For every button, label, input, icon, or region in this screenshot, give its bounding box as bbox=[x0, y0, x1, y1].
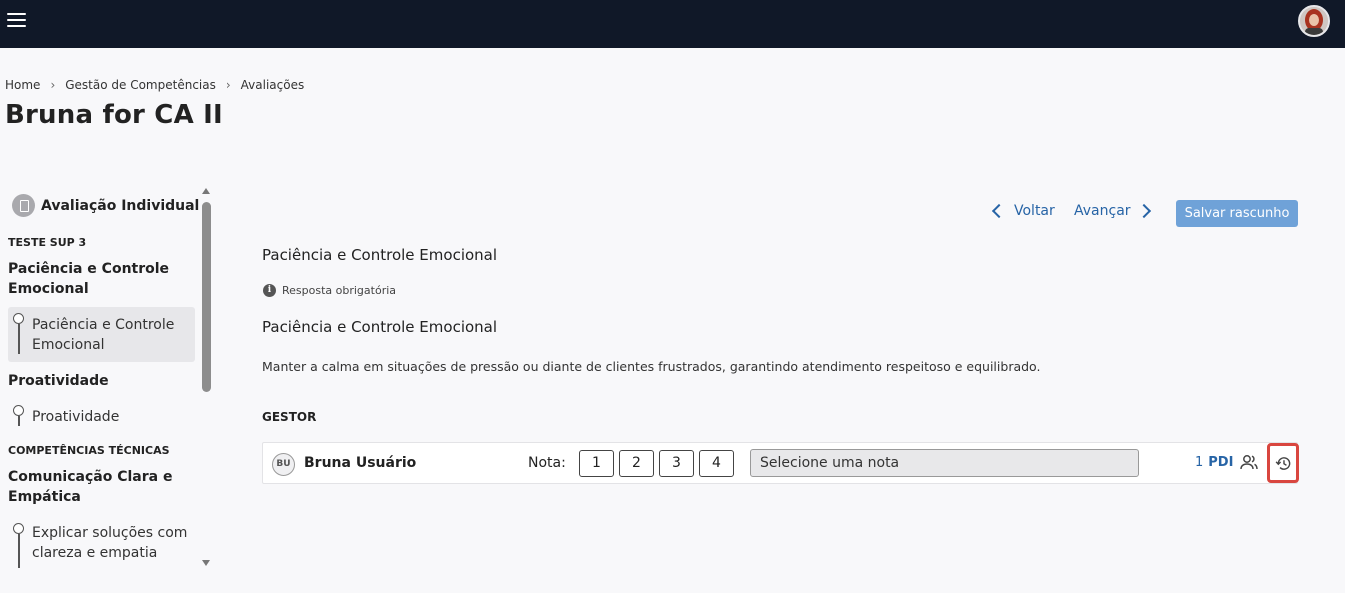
grade-select[interactable]: Selecione uma nota bbox=[750, 449, 1139, 477]
chevron-right-icon: › bbox=[50, 78, 56, 92]
back-button-label: Voltar bbox=[1014, 203, 1055, 219]
sidebar: Avaliação Individual TESTE SUP 3 Paciênc… bbox=[0, 185, 215, 570]
breadcrumb-competencias[interactable]: Gestão de Competências bbox=[65, 78, 216, 92]
user-initials-badge: BU bbox=[272, 453, 295, 476]
sidebar-item-label: Explicar soluções com clareza e empatia bbox=[32, 525, 188, 561]
breadcrumb: Home › Gestão de Competências › Avaliaçõ… bbox=[5, 78, 304, 92]
pdi-count: 1 bbox=[1195, 455, 1204, 470]
avatar-photo-icon bbox=[1300, 7, 1328, 35]
chevron-right-icon: › bbox=[225, 78, 231, 92]
grade-button-1[interactable]: 1 bbox=[579, 450, 614, 477]
forward-button-label: Avançar bbox=[1074, 203, 1131, 219]
sidebar-scrollbar[interactable] bbox=[200, 186, 212, 568]
people-icon[interactable] bbox=[1239, 454, 1259, 472]
evaluation-row: BU Bruna Usuário Nota: 1 2 3 4 Selecione… bbox=[262, 442, 1299, 484]
competency-description: Manter a calma em situações de pressão o… bbox=[262, 359, 1041, 374]
timeline-node-icon bbox=[13, 523, 24, 534]
grade-label: Nota: bbox=[528, 455, 566, 471]
required-notice-label: Resposta obrigatória bbox=[282, 284, 397, 297]
sidebar-header-label: Avaliação Individual bbox=[41, 197, 200, 214]
breadcrumb-avaliacoes: Avaliações bbox=[240, 78, 305, 92]
history-icon bbox=[1275, 457, 1291, 470]
grade-button-3[interactable]: 3 bbox=[659, 450, 694, 477]
sidebar-item-proatividade[interactable]: Proatividade bbox=[8, 405, 195, 431]
clipboard-icon bbox=[12, 194, 35, 217]
sidebar-item-label: Paciência e Controle Emocional bbox=[32, 317, 175, 353]
sidebar-item-paciencia[interactable]: Paciência e Controle Emocional bbox=[8, 307, 195, 362]
required-notice: i Resposta obrigatória bbox=[263, 284, 396, 297]
pdi-link[interactable]: 1 PDI bbox=[1195, 455, 1233, 470]
chevron-right-icon bbox=[1136, 203, 1151, 219]
competency-title: Paciência e Controle Emocional bbox=[262, 318, 498, 336]
pdi-label: PDI bbox=[1208, 455, 1234, 470]
chevron-left-icon bbox=[991, 203, 1007, 219]
scrollbar-thumb[interactable] bbox=[202, 202, 211, 392]
breadcrumb-home[interactable]: Home bbox=[5, 78, 40, 92]
grade-button-4[interactable]: 4 bbox=[699, 450, 734, 477]
scroll-up-arrow-icon[interactable] bbox=[202, 188, 210, 194]
question-title: Paciência e Controle Emocional bbox=[262, 246, 498, 264]
back-button[interactable]: Voltar bbox=[990, 203, 1055, 219]
sidebar-item-label: Proatividade bbox=[32, 409, 120, 425]
history-button[interactable] bbox=[1267, 443, 1299, 483]
hamburger-menu-icon[interactable] bbox=[7, 13, 26, 29]
page-title: Bruna for CA II bbox=[5, 100, 223, 130]
sidebar-section-teste-sup: TESTE SUP 3 bbox=[8, 236, 87, 249]
info-icon: i bbox=[263, 284, 276, 297]
timeline-node-icon bbox=[13, 313, 24, 324]
sidebar-section-competencias-tecnicas: COMPETÊNCIAS TÉCNICAS bbox=[8, 444, 170, 457]
sidebar-group-paciencia[interactable]: Paciência e Controle Emocional bbox=[8, 259, 188, 299]
save-draft-button[interactable]: Salvar rascunho bbox=[1176, 200, 1298, 227]
timeline-node-icon bbox=[13, 405, 24, 416]
top-bar bbox=[0, 0, 1345, 48]
sidebar-group-comunicacao[interactable]: Comunicação Clara e Empática bbox=[8, 467, 188, 507]
sidebar-item-explicar-solucoes[interactable]: Explicar soluções com clareza e empatia bbox=[8, 523, 195, 568]
sidebar-header: Avaliação Individual bbox=[12, 194, 199, 217]
grade-button-2[interactable]: 2 bbox=[619, 450, 654, 477]
role-label: GESTOR bbox=[262, 410, 317, 424]
forward-button[interactable]: Avançar bbox=[1074, 203, 1151, 219]
scroll-down-arrow-icon[interactable] bbox=[202, 560, 210, 566]
evaluator-name: Bruna Usuário bbox=[304, 455, 417, 471]
sidebar-group-proatividade[interactable]: Proatividade bbox=[8, 371, 188, 391]
user-avatar[interactable] bbox=[1298, 5, 1330, 37]
